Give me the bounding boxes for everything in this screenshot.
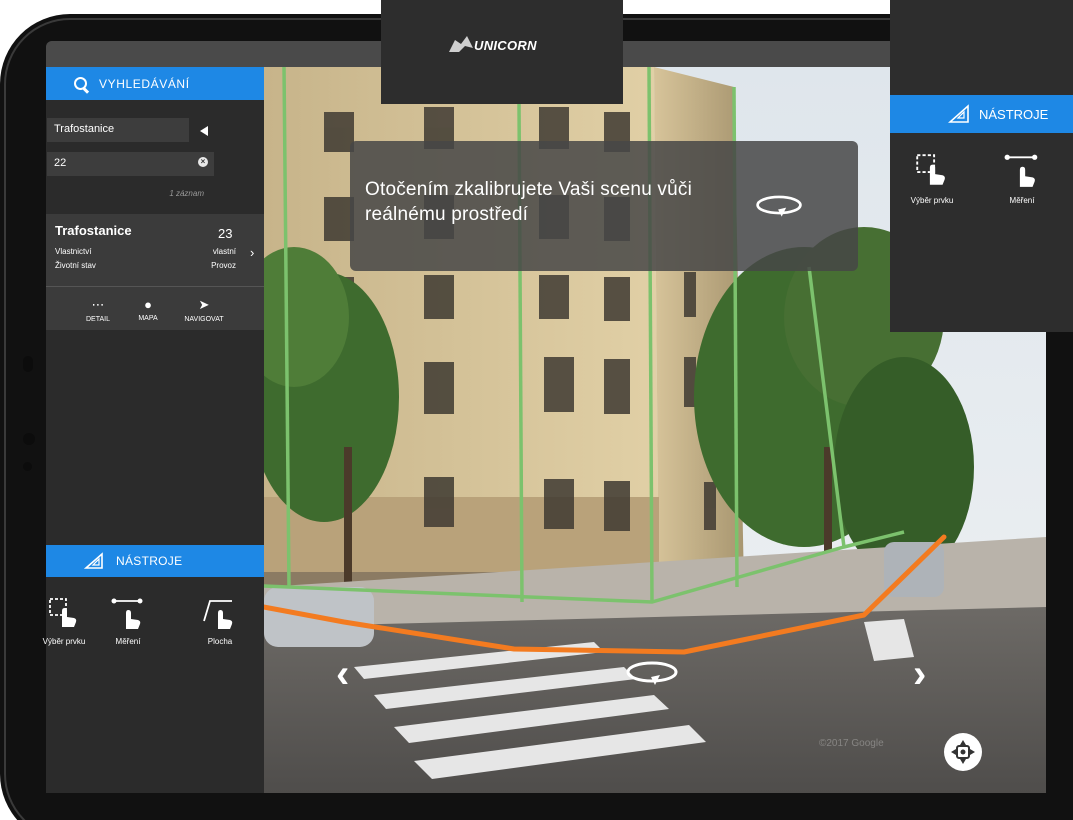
compass-icon bbox=[951, 740, 975, 764]
map-pin-icon: ● bbox=[144, 297, 152, 312]
attr-label: Vlastnictví bbox=[55, 247, 92, 256]
tool-label: Měření bbox=[115, 637, 141, 646]
select-feature-icon bbox=[49, 598, 77, 627]
rotate-icon[interactable] bbox=[624, 657, 680, 692]
tooltip-text: Otočením zkalibrujete Vaši scenu vůči re… bbox=[365, 179, 693, 225]
ruler-triangle-icon bbox=[84, 552, 103, 569]
tool-area[interactable]: Plocha bbox=[188, 597, 252, 646]
map-label: MAPA bbox=[138, 315, 158, 322]
previous-view-button[interactable]: ‹ bbox=[336, 654, 349, 694]
result-number: 23 bbox=[218, 226, 233, 241]
next-view-button[interactable]: › bbox=[913, 654, 926, 694]
tool-label: Výběr prvku bbox=[910, 196, 954, 205]
side-button bbox=[23, 356, 33, 372]
right-tools-header-label: NÁSTROJE bbox=[979, 106, 1049, 122]
result-title: Trafostanice bbox=[55, 223, 132, 238]
area-icon bbox=[203, 600, 233, 629]
chevron-right-icon[interactable]: › bbox=[250, 245, 254, 260]
select-feature-icon bbox=[916, 154, 945, 185]
brand-logo: UNICORN bbox=[474, 38, 537, 53]
result-count: 1 záznam bbox=[169, 189, 204, 198]
clear-search-icon[interactable]: × bbox=[198, 157, 208, 167]
camera-icon bbox=[23, 433, 35, 445]
tool-measure[interactable]: Měření bbox=[990, 152, 1054, 205]
attr-value: vlastní bbox=[212, 247, 236, 256]
search-header-label: VYHLEDÁVÁNÍ bbox=[99, 76, 190, 91]
measure-icon bbox=[1004, 154, 1038, 187]
navigate-button[interactable]: ➤ NAVIGOVAT bbox=[174, 297, 234, 323]
ar-app-mockup: ©2017 Google ‹ › VYHLEDÁVÁNÍ Trafostanic… bbox=[0, 0, 1073, 820]
logo-panel: UNICORN bbox=[381, 0, 623, 104]
layer-select[interactable]: Trafostanice bbox=[47, 118, 189, 142]
sidebar: VYHLEDÁVÁNÍ Trafostanice 22 × 1 záznam T… bbox=[43, 67, 264, 793]
tools-header[interactable]: NÁSTROJE bbox=[46, 545, 264, 577]
map-button[interactable]: ● MAPA bbox=[118, 297, 178, 322]
layer-dropdown-icon[interactable] bbox=[200, 126, 208, 136]
search-header[interactable]: VYHLEDÁVÁNÍ bbox=[46, 67, 264, 100]
tools-header-label: NÁSTROJE bbox=[116, 554, 183, 568]
navigate-arrow-icon: ➤ bbox=[198, 297, 210, 312]
tool-measure[interactable]: Měření bbox=[96, 597, 160, 646]
tool-label: Plocha bbox=[207, 637, 233, 646]
compass-button[interactable] bbox=[944, 733, 982, 771]
attr-value: Provoz bbox=[211, 261, 236, 270]
tool-select-feature[interactable]: Výběr prvku bbox=[900, 152, 964, 205]
right-tools-header[interactable]: NÁSTROJE bbox=[890, 95, 1073, 133]
tool-select-feature[interactable]: Výběr prvku bbox=[32, 597, 96, 646]
unicorn-logo-icon bbox=[449, 36, 473, 52]
copyright-watermark: ©2017 Google bbox=[819, 738, 884, 749]
attr-label: Životní stav bbox=[55, 261, 96, 270]
result-card[interactable]: Trafostanice 23 Vlastnictví vlastní › Ži… bbox=[46, 214, 264, 330]
ruler-triangle-icon bbox=[948, 104, 969, 123]
tool-label: Výběr prvku bbox=[42, 637, 86, 646]
sensor-dot bbox=[23, 462, 32, 471]
navigate-label: NAVIGOVAT bbox=[184, 316, 224, 323]
rotate-icon bbox=[756, 195, 802, 217]
calibration-tooltip: Otočením zkalibrujete Vaši scenu vůči re… bbox=[350, 141, 858, 271]
divider bbox=[46, 286, 264, 287]
tool-label: Měření bbox=[1009, 196, 1035, 205]
search-input[interactable]: 22 bbox=[47, 152, 214, 176]
detail-label: DETAIL bbox=[86, 316, 110, 323]
right-tools-panel: NÁSTROJE Výběr prvku Měření bbox=[890, 0, 1073, 332]
measure-icon bbox=[111, 598, 143, 629]
search-icon bbox=[74, 76, 88, 91]
